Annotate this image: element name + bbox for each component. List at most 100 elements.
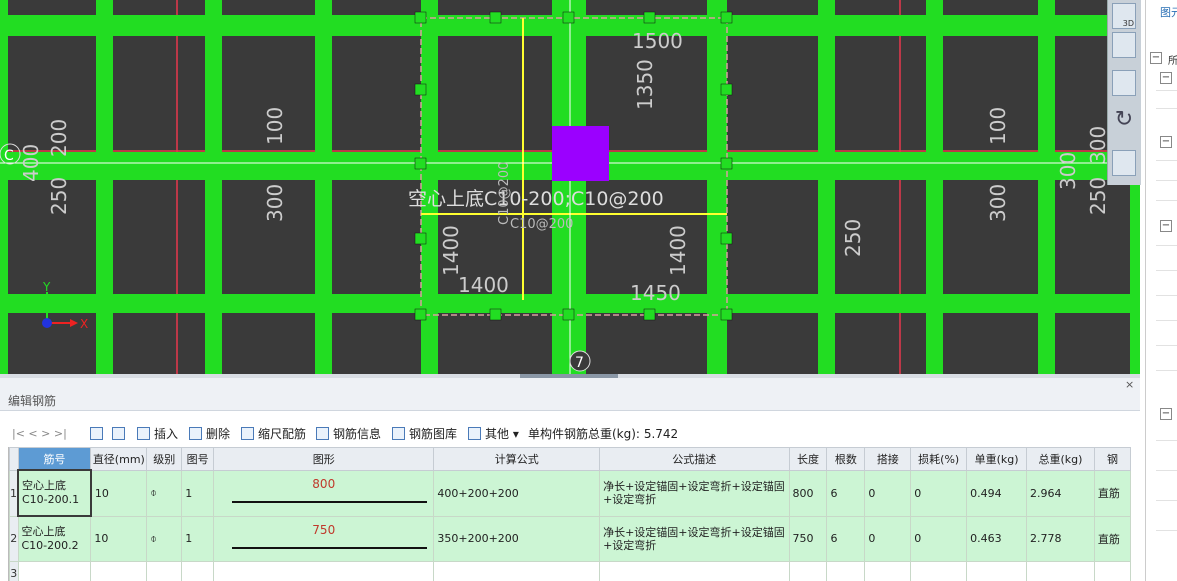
cad-canvas[interactable]: 1500 1350 1400 1400 1400 1450 200 100 40… (0, 0, 1140, 374)
scale-rebar-button[interactable]: 缩尺配筋 (241, 423, 306, 445)
lap-cell[interactable]: 0 (864, 515, 912, 562)
loss-cell[interactable]: 0 (910, 469, 968, 517)
name-line1: 空心上底 (22, 479, 66, 492)
formula-cell[interactable]: 350+200+200 (433, 515, 601, 562)
arrow-down-icon (112, 427, 125, 440)
move-up-button[interactable] (90, 423, 107, 445)
annotation-sub: C10@200 (497, 162, 512, 225)
insert-button[interactable]: 插入 (137, 423, 178, 445)
figure-cell[interactable]: 1 (181, 515, 215, 562)
annotation-main: 空心上底C10-200;C10@200 (408, 188, 664, 210)
insert-icon (137, 427, 150, 440)
formula-desc-cell[interactable]: 净长+设定锚固+设定弯折+设定锚固+设定弯折 (599, 469, 790, 517)
total-weight-cell[interactable]: 2.778 (1026, 515, 1095, 562)
length-cell[interactable]: 750 (788, 515, 828, 562)
move-down-button[interactable] (112, 423, 129, 445)
dim-label: 300 (1056, 152, 1080, 190)
count-cell[interactable]: 6 (826, 515, 866, 562)
rebar-table: 筋号 直径(mm) 级别 图号 图形 计算公式 公式描述 长度 根数 搭接 损耗… (8, 447, 1131, 581)
col-header[interactable]: 损耗(%) (910, 447, 968, 471)
unit-weight-cell[interactable]: 0.494 (966, 469, 1028, 517)
selected-column (552, 126, 609, 181)
rebar-name-cell[interactable]: 空心上底 C10-200.2 (17, 515, 92, 562)
cube-view-icon[interactable] (1112, 32, 1136, 58)
lap-cell[interactable]: 0 (864, 469, 912, 517)
beam-v (96, 0, 113, 374)
formula-cell[interactable]: 400+200+200 (433, 469, 601, 517)
record-nav[interactable]: |< < > >| (12, 423, 67, 445)
close-icon[interactable]: × (1125, 378, 1134, 391)
rebar-info-button[interactable]: 钢筋信息 (316, 423, 381, 445)
dim-label: 1400 (458, 273, 509, 297)
layout-view-icon[interactable] (1112, 150, 1136, 176)
grade-cell[interactable]: ⌽ (146, 515, 183, 562)
col-header[interactable]: 搭接 (864, 447, 912, 471)
collapse-icon[interactable]: − (1150, 52, 1162, 64)
collapse-icon[interactable]: − (1160, 136, 1172, 148)
dim-label: 300 (986, 184, 1010, 222)
col-header[interactable]: 直径(mm) (90, 447, 148, 471)
arrow-up-icon (90, 427, 103, 440)
extra-cell[interactable]: 直筋 (1093, 515, 1131, 562)
panel-title[interactable]: 图元 (1160, 4, 1177, 20)
collapse-icon[interactable]: − (1160, 72, 1172, 84)
rebar-library-button[interactable]: 钢筋图库 (392, 423, 457, 445)
view-toolbar: 3D ↻ (1107, 0, 1141, 185)
total-weight-cell[interactable]: 2.964 (1026, 469, 1095, 517)
col-header[interactable]: 根数 (826, 447, 866, 471)
col-header[interactable]: 计算公式 (433, 447, 601, 471)
loss-cell[interactable]: 0 (910, 515, 968, 562)
col-header[interactable]: 筋号 (17, 447, 92, 471)
other-label: 其他 (485, 427, 510, 441)
col-header[interactable]: 长度 (788, 447, 828, 471)
rotate-icon[interactable]: ↻ (1112, 108, 1136, 134)
col-header[interactable]: 图形 (213, 447, 435, 471)
weight-label: 单构件钢筋总重(kg): (528, 427, 640, 441)
shape-length[interactable]: 800 (215, 477, 433, 491)
dim-label: 1500 (632, 29, 683, 53)
length-cell[interactable]: 800 (788, 469, 828, 517)
collapse-icon[interactable]: − (1160, 220, 1172, 232)
name-line2: C10-200.1 (22, 493, 80, 506)
beam-v (926, 0, 943, 374)
col-header[interactable]: 钢 (1093, 447, 1131, 471)
diameter-cell[interactable]: 10 (90, 469, 148, 517)
insert-label: 插入 (154, 427, 179, 441)
delete-button[interactable]: 删除 (189, 423, 230, 445)
box-view-icon[interactable] (1112, 70, 1136, 96)
col-header[interactable]: 公式描述 (599, 447, 790, 471)
axis-y-label: Y (42, 280, 51, 294)
other-dropdown[interactable]: 其他 ▾ (468, 423, 519, 445)
view-3d-button[interactable]: 3D (1112, 3, 1136, 29)
collapse-icon[interactable]: − (1160, 408, 1172, 420)
extra-cell[interactable]: 直筋 (1093, 469, 1131, 517)
shape-cell[interactable]: 750 (213, 515, 435, 562)
rebar-toolbar: |< < > >| 插入 删除 缩尺配筋 钢筋信息 钢筋图库 其他 ▾ 单构件钢… (10, 423, 1130, 445)
shape-cell[interactable]: 800 (213, 469, 435, 517)
formula-desc-cell[interactable]: 净长+设定锚固+设定弯折+设定锚固+设定弯折 (599, 515, 790, 562)
beam-v (205, 0, 222, 374)
col-header[interactable]: 图号 (181, 447, 215, 471)
library-icon (392, 427, 405, 440)
diameter-cell[interactable]: 10 (90, 515, 148, 562)
dim-label: 400 (19, 144, 43, 182)
rebar-name-cell[interactable]: 空心上底 C10-200.1 (17, 469, 92, 517)
grade-cell[interactable]: ⌽ (146, 469, 183, 517)
col-header[interactable]: 级别 (146, 447, 183, 471)
axis-label-7: 7 (575, 355, 584, 371)
element-panel: 图元 − 所 − − − − (1145, 0, 1177, 581)
plan-drawing[interactable]: 1500 1350 1400 1400 1400 1450 200 100 40… (0, 0, 1140, 374)
figure-cell[interactable]: 1 (181, 469, 215, 517)
count-cell[interactable]: 6 (826, 469, 866, 517)
table-row[interactable]: 3 (9, 561, 1131, 581)
shape-length[interactable]: 750 (215, 523, 433, 537)
table-row[interactable]: 1 空心上底 C10-200.1 10 ⌽ 1 800 400+200+200 净… (9, 469, 1131, 517)
tree-root[interactable]: 所 (1168, 52, 1177, 67)
document-icon (316, 427, 329, 440)
dim-label: 100 (986, 107, 1010, 145)
col-header[interactable]: 总重(kg) (1026, 447, 1095, 471)
unit-weight-cell[interactable]: 0.463 (966, 515, 1028, 562)
col-header[interactable]: 单重(kg) (966, 447, 1028, 471)
table-row[interactable]: 2 空心上底 C10-200.2 10 ⌽ 1 750 350+200+200 净… (9, 515, 1131, 562)
dim-label: 300 (263, 184, 287, 222)
